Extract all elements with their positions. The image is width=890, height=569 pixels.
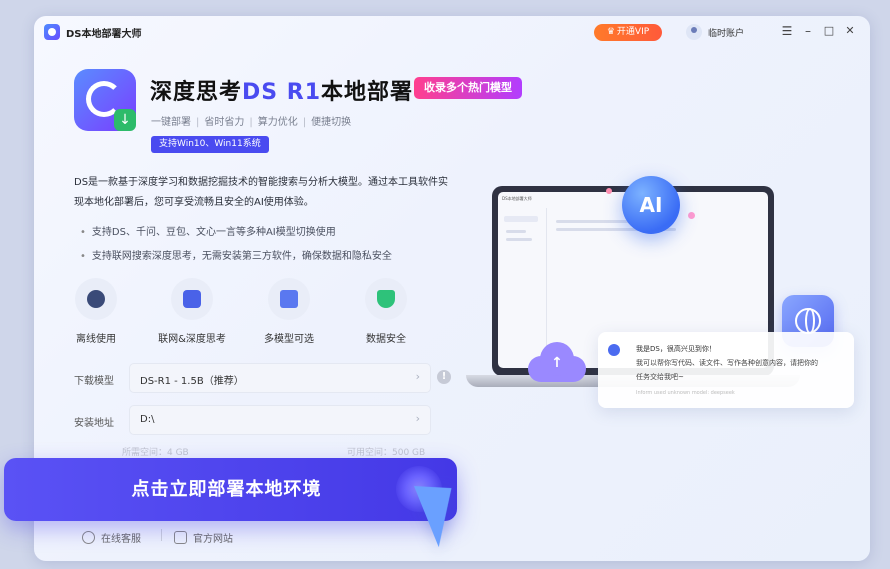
available-space: 可用空间：500 GB	[347, 448, 426, 458]
feature-offline: 离线使用	[60, 278, 132, 345]
chevron-right-icon: ›	[415, 412, 420, 425]
model-value: DS-R1 - 1.5B（推荐）	[140, 376, 244, 387]
offline-icon	[87, 290, 105, 308]
website-link[interactable]: 官方网站	[174, 530, 233, 545]
footer-divider	[161, 529, 162, 541]
chat-text: 我可以帮你写代码、读文件、写作各种创意内容，请把你的	[636, 359, 818, 367]
model-label: 下载模型	[74, 376, 114, 387]
minimize-button[interactable]: –	[801, 23, 815, 39]
app-title: DS本地部署大师	[66, 29, 142, 40]
model-select[interactable]: DS-R1 - 1.5B（推荐） ›	[129, 363, 431, 393]
browser-icon	[174, 531, 187, 544]
vip-button[interactable]: ♛ 开通VIP	[594, 24, 662, 41]
feature-network: 联网&深度思考	[156, 278, 228, 345]
deploy-button[interactable]: 点击立即部署本地环境	[4, 458, 457, 521]
chat-footer-text: Inform used unknown model: deepseek	[636, 390, 735, 396]
menu-icon[interactable]: ☰	[780, 23, 794, 39]
feature-security: 数据安全	[350, 278, 422, 345]
product-description: DS是一款基于深度学习和数据挖掘技术的智能搜索与分析大模型。通过本工具软件实 现…	[74, 177, 449, 208]
chat-text: 任务交给我吧~	[636, 373, 684, 381]
required-space: 所需空间：4 GB	[122, 448, 189, 458]
ai-orb-icon: AI	[622, 176, 680, 234]
models-badge: 收录多个热门模型	[414, 77, 522, 99]
path-select[interactable]: D:\ ›	[129, 405, 431, 435]
chat-text: 我是DS，很高兴见到你！	[636, 345, 716, 353]
chip-icon	[280, 290, 298, 308]
hero-subtags: 一键部署 | 省时省力 | 算力优化 | 便捷切换	[151, 117, 352, 128]
decor-dot	[606, 188, 612, 194]
chat-preview-card: 我是DS，很高兴见到你！ 我可以帮你写代码、读文件、写作各种创意内容，请把你的 …	[598, 332, 854, 408]
app-logo-icon	[44, 24, 60, 40]
vip-label: 开通VIP	[616, 27, 650, 37]
path-label: 安装地址	[74, 418, 114, 429]
info-icon[interactable]: !	[437, 370, 451, 384]
cloud-upload-icon: ↑	[528, 342, 586, 382]
support-link[interactable]: 在线客服	[82, 530, 141, 545]
title-bar: DS本地部署大师 ♛ 开通VIP 临时账户 ☰ – □ ✕	[34, 16, 870, 48]
decor-dot	[688, 212, 695, 219]
deploy-button-label: 点击立即部署本地环境	[131, 479, 322, 500]
path-value: D:\	[140, 414, 155, 425]
shield-icon	[377, 290, 395, 308]
network-icon	[183, 290, 201, 308]
compat-badge: 支持Win10、Win11系统	[151, 136, 269, 153]
close-button[interactable]: ✕	[843, 23, 857, 39]
bot-avatar-icon	[608, 344, 620, 356]
chevron-right-icon: ›	[415, 370, 420, 383]
headset-icon	[82, 531, 95, 544]
maximize-button[interactable]: □	[822, 23, 836, 39]
user-avatar-icon[interactable]	[686, 24, 702, 40]
feature-multimodel: 多模型可选	[253, 278, 325, 345]
feature-bullet: 支持联网搜索深度思考，无需安装第三方软件，确保数据和隐私安全	[80, 247, 392, 262]
feature-bullet: 支持DS、千问、豆包、文心一言等多种AI模型切换使用	[80, 223, 336, 238]
user-account-label[interactable]: 临时账户	[708, 26, 744, 39]
hero-title: 深度思考DS R1本地部署	[150, 80, 414, 105]
product-logo-icon: ↓	[74, 69, 136, 131]
